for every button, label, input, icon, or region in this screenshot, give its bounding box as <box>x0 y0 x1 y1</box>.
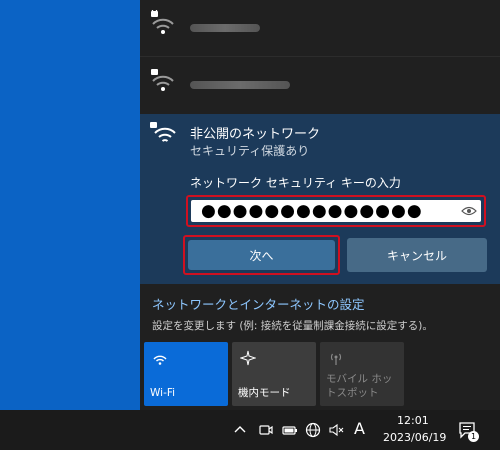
network-title: 非公開のネットワーク <box>190 127 321 142</box>
taskbar: A 12:01 2023/06/19 1 <box>0 410 500 450</box>
network-settings-description: 設定を変更します (例: 接続を従量制課金接続に設定する)。 <box>152 320 433 332</box>
security-key-input[interactable]: ●●●●●●●●●●●●●● <box>191 200 481 222</box>
clock-time[interactable]: 12:01 <box>397 414 429 427</box>
wifi-secured-icon <box>151 10 174 34</box>
wifi-icon <box>153 355 167 365</box>
reveal-password-icon[interactable] <box>461 205 477 217</box>
next-button-highlight: 次へ <box>183 235 340 275</box>
wifi-toggle-tile[interactable]: Wi-Fi <box>144 342 228 406</box>
security-key-label: ネットワーク セキュリティ キーの入力 <box>190 176 401 190</box>
volume-muted-icon[interactable] <box>328 422 344 438</box>
globe-icon[interactable] <box>305 422 321 438</box>
airplane-icon <box>240 350 256 366</box>
airplane-mode-tile[interactable]: 機内モード <box>232 342 316 406</box>
hidden-network-panel: 非公開のネットワーク セキュリティ保護あり ネットワーク セキュリティ キーの入… <box>140 114 500 284</box>
mobile-hotspot-tile[interactable]: モバイル ホットスポット <box>320 342 404 406</box>
tile-label: Wi-Fi <box>150 387 176 399</box>
desktop-background <box>0 0 140 410</box>
password-mask: ●●●●●●●●●●●●●● <box>201 201 423 221</box>
hotspot-icon <box>330 353 342 365</box>
battery-icon[interactable] <box>282 422 298 438</box>
network-item[interactable] <box>140 0 500 56</box>
network-settings-link[interactable]: ネットワークとインターネットの設定 <box>152 294 365 313</box>
cancel-button[interactable]: キャンセル <box>347 238 487 272</box>
wifi-secured-icon <box>150 122 176 142</box>
chevron-up-icon[interactable] <box>232 422 248 438</box>
security-status: セキュリティ保護あり <box>190 144 310 158</box>
tile-label: 機内モード <box>238 387 291 399</box>
network-item[interactable] <box>140 57 500 113</box>
wifi-secured-icon <box>151 69 174 91</box>
network-flyout: 非公開のネットワーク セキュリティ保護あり ネットワーク セキュリティ キーの入… <box>140 0 500 410</box>
clock-date[interactable]: 2023/06/19 <box>383 431 446 444</box>
meet-now-icon[interactable] <box>258 422 274 438</box>
notification-count-badge: 1 <box>468 431 479 442</box>
password-highlight: ●●●●●●●●●●●●●● <box>186 195 486 227</box>
ime-indicator[interactable]: A <box>354 419 365 438</box>
tile-label: モバイル ホットスポット <box>326 373 393 399</box>
network-name-blurred <box>190 24 260 32</box>
next-button[interactable]: 次へ <box>188 240 335 270</box>
network-name-blurred <box>190 81 290 89</box>
